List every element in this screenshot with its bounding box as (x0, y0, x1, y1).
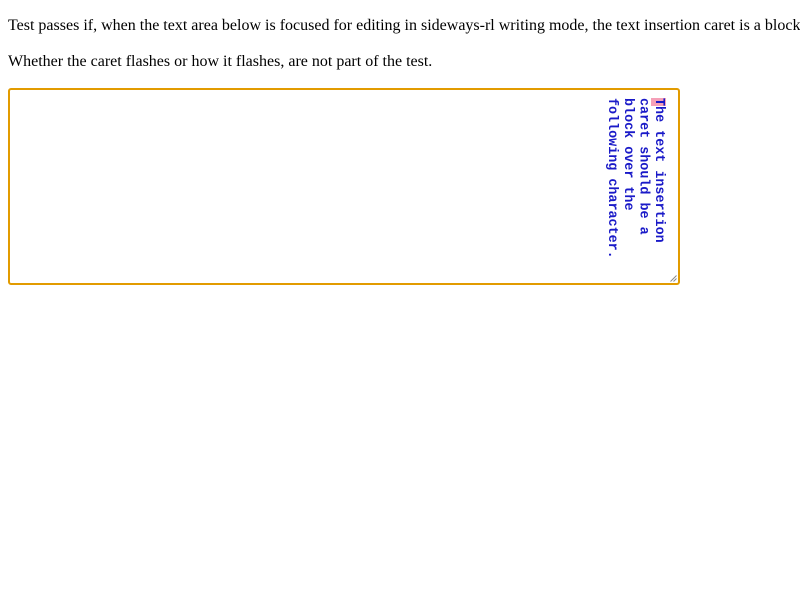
test-page: Test passes if, when the text area below… (0, 0, 800, 600)
instructions: Test passes if, when the text area below… (8, 16, 800, 72)
instruction-text-2: Whether the caret flashes or how it flas… (8, 53, 433, 70)
textarea-line-3: block over the (619, 98, 635, 211)
textarea-line-1-rest: he text insertion (651, 106, 666, 243)
textarea-line-2: caret should be a (635, 98, 651, 235)
resize-handle-icon[interactable] (670, 275, 677, 282)
textarea-text: The text insertion caret should be a blo… (604, 98, 666, 278)
sideways-rl-textarea[interactable]: The text insertion caret should be a blo… (8, 88, 680, 285)
instruction-text-1: Test passes if, when the text area below… (8, 17, 800, 34)
caret-block: T (651, 98, 666, 107)
textarea-line-4: following character. (604, 98, 620, 259)
